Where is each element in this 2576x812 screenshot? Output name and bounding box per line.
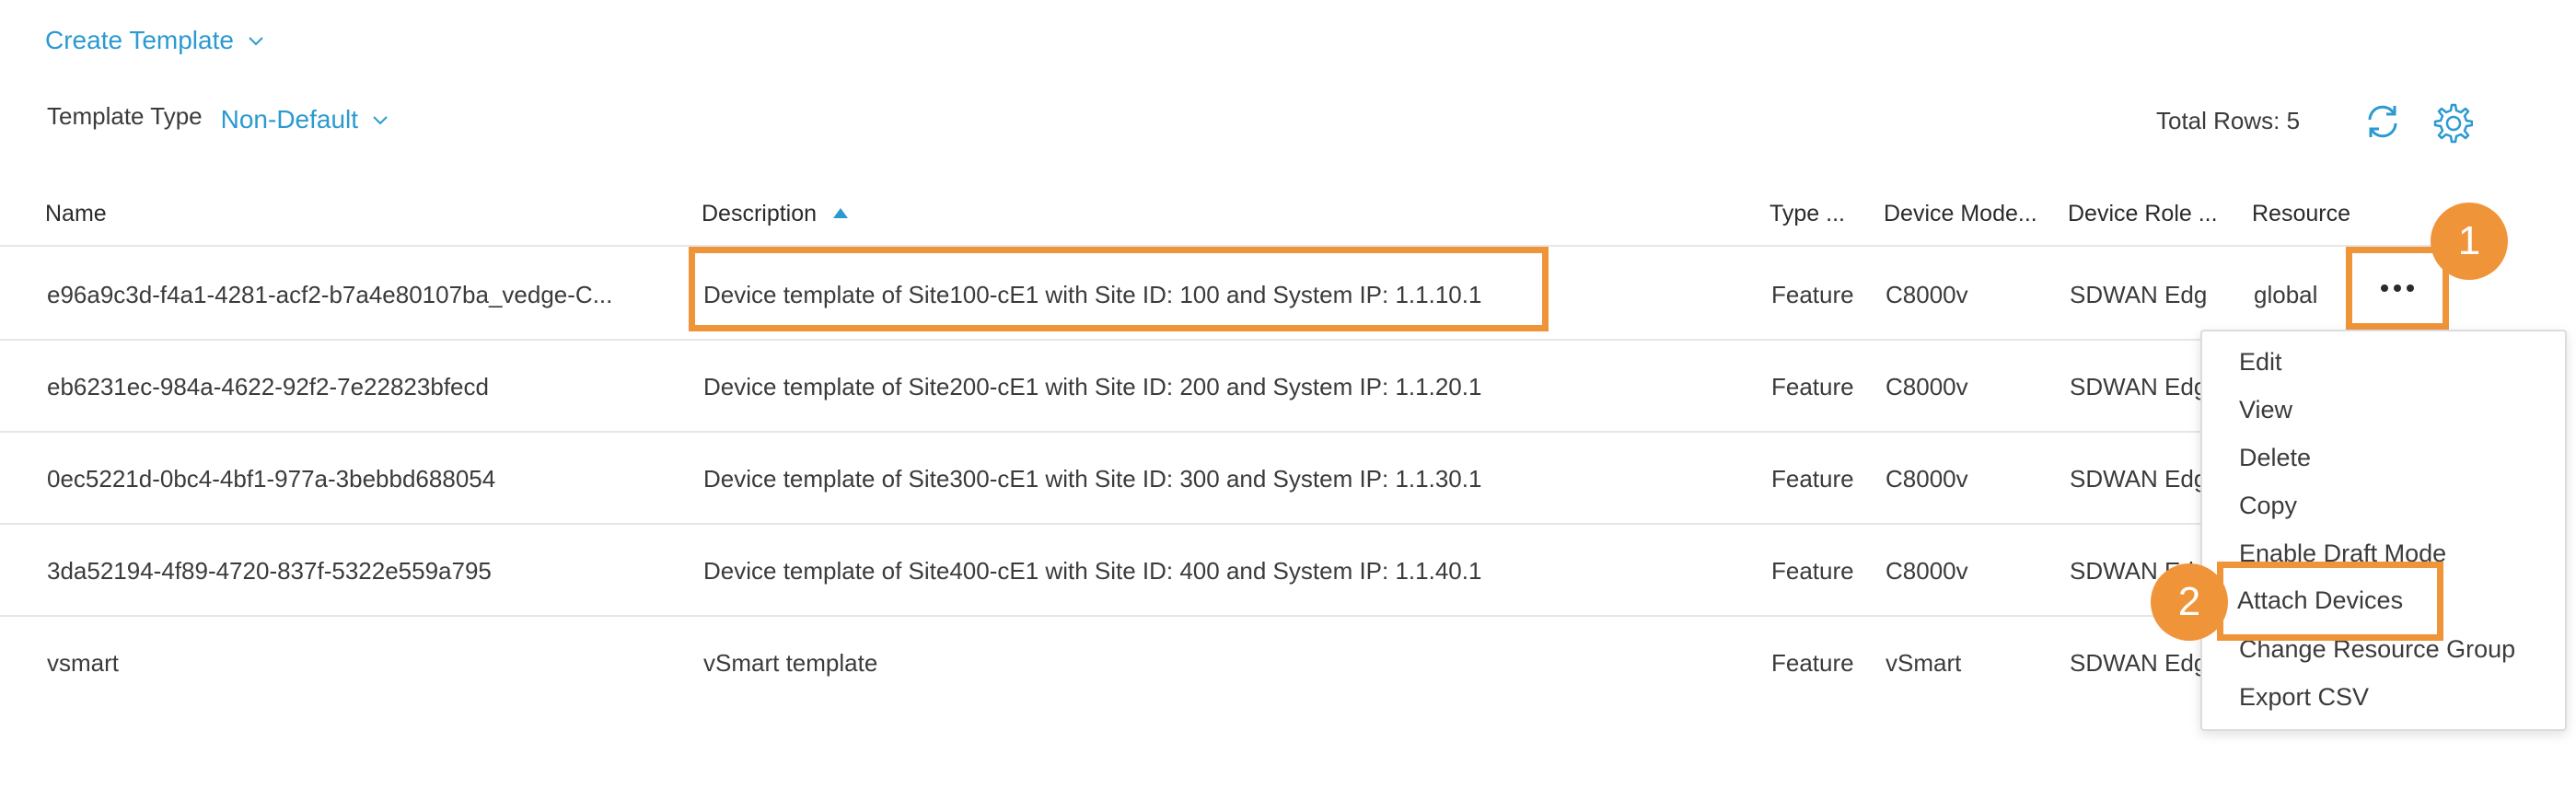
row-type: Feature	[1771, 557, 1854, 585]
column-header-type[interactable]: Type ...	[1770, 201, 1845, 227]
chevron-down-icon	[373, 116, 388, 125]
row-device-role: SDWAN Edge	[2070, 373, 2208, 400]
menu-item-edit[interactable]: Edit	[2239, 348, 2282, 377]
row-device-role: SDWAN Edge	[2070, 465, 2208, 493]
refresh-icon[interactable]	[2362, 101, 2403, 142]
row-type: Feature	[1771, 465, 1854, 493]
row-device-role: SDWAN Edge	[2070, 649, 2208, 677]
table-row[interactable]: 3da52194-4f89-4720-837f-5322e559a795 Dev…	[0, 523, 2210, 617]
row-description: Device template of Site300-cE1 with Site…	[703, 465, 1482, 493]
template-type-select[interactable]: Non-Default	[221, 105, 389, 134]
create-template-label: Create Template	[45, 26, 234, 54]
template-type-value: Non-Default	[220, 105, 359, 133]
more-actions-button[interactable]	[2346, 247, 2449, 330]
gear-icon[interactable]	[2431, 101, 2473, 144]
row-resource: global	[2254, 281, 2318, 308]
description-highlight-box	[689, 247, 1549, 331]
row-type: Feature	[1771, 281, 1854, 308]
row-type: Feature	[1771, 373, 1854, 400]
row-name: vsmart	[47, 649, 119, 677]
table-row[interactable]: 0ec5221d-0bc4-4bf1-977a-3bebbd688054 Dev…	[0, 431, 2210, 525]
chevron-down-icon	[249, 37, 263, 46]
column-header-description[interactable]: Description	[702, 201, 849, 227]
more-horizontal-icon-dot	[2394, 284, 2401, 292]
table-row[interactable]: vsmart vSmart template Feature vSmart SD…	[0, 615, 2210, 707]
row-device-model: C8000v	[1886, 373, 1968, 400]
menu-item-attach-devices[interactable]: Attach Devices	[2237, 586, 2403, 615]
table-row[interactable]: eb6231ec-984a-4622-92f2-7e22823bfecd Dev…	[0, 339, 2210, 433]
row-device-model: C8000v	[1886, 557, 1968, 585]
template-type-filter: Template Type Non-Default	[47, 101, 389, 134]
row-device-model: vSmart	[1886, 649, 1962, 677]
row-device-role: SDWAN Edge	[2070, 281, 2208, 308]
total-rows-count: Total Rows: 5	[2156, 107, 2301, 134]
template-list-page: Create Template Template Type Non-Defaul…	[0, 0, 2576, 812]
row-description: Device template of Site400-cE1 with Site…	[703, 557, 1482, 585]
row-device-model: C8000v	[1886, 465, 1968, 493]
row-name: e96a9c3d-f4a1-4281-acf2-b7a4e80107ba_ved…	[47, 281, 613, 308]
menu-item-copy[interactable]: Copy	[2239, 492, 2297, 520]
row-description: Device template of Site200-cE1 with Site…	[703, 373, 1482, 400]
menu-item-view[interactable]: View	[2239, 396, 2292, 424]
more-horizontal-icon	[2381, 284, 2388, 292]
column-header-name[interactable]: Name	[45, 201, 107, 227]
more-horizontal-icon-dot	[2407, 284, 2414, 292]
row-type: Feature	[1771, 649, 1854, 677]
sort-ascending-icon	[833, 208, 849, 218]
step-2-callout-badge: 2	[2151, 563, 2228, 641]
step-1-callout-badge: 1	[2431, 203, 2508, 280]
column-header-device-model[interactable]: Device Mode...	[1884, 201, 2037, 227]
column-header-resource[interactable]: Resource	[2252, 201, 2350, 227]
table-header: Name Description Type ... Device Mode...…	[0, 184, 2486, 247]
row-actions-menu: Edit View Delete Copy Enable Draft Mode …	[2200, 330, 2567, 731]
menu-item-delete[interactable]: Delete	[2239, 444, 2311, 472]
column-header-description-label: Description	[702, 201, 818, 226]
row-description: vSmart template	[703, 649, 878, 677]
row-name: 3da52194-4f89-4720-837f-5322e559a795	[47, 557, 492, 585]
menu-item-export-csv[interactable]: Export CSV	[2239, 683, 2369, 712]
column-header-device-role[interactable]: Device Role ...	[2068, 201, 2218, 227]
row-name: 0ec5221d-0bc4-4bf1-977a-3bebbd688054	[47, 465, 496, 493]
row-device-model: C8000v	[1886, 281, 1968, 308]
create-template-dropdown[interactable]: Create Template	[45, 26, 265, 55]
template-type-label: Template Type	[47, 101, 203, 130]
row-name: eb6231ec-984a-4622-92f2-7e22823bfecd	[47, 373, 489, 400]
